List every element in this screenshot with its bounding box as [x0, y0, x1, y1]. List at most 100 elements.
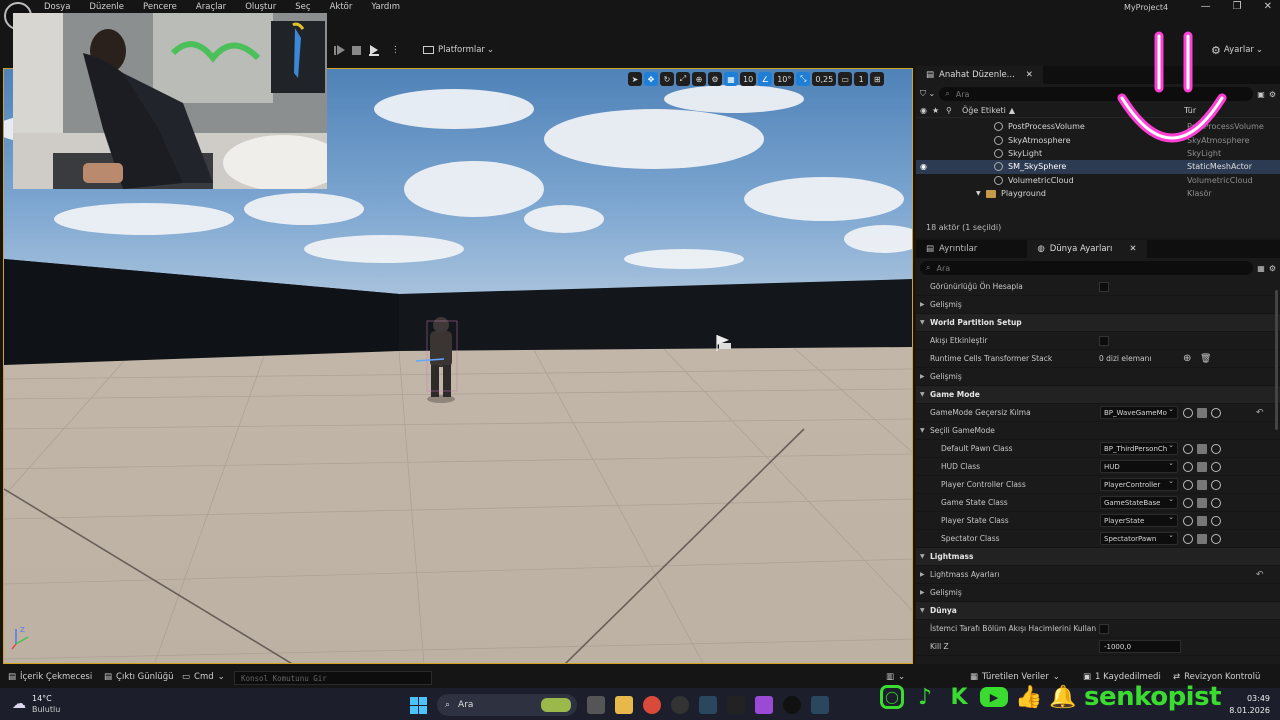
translate-icon[interactable]: ✥ [644, 72, 658, 86]
steam-icon-2[interactable] [811, 696, 829, 714]
taskbar-clock[interactable]: 03:49 8.01.2026 [1229, 693, 1270, 717]
section-game-mode[interactable]: ▼ Game Mode [916, 386, 1280, 404]
derived-data-button[interactable]: ▦ Türetilen Veriler ⌄ [970, 672, 1060, 682]
list-item-folder[interactable]: ▼ Playground Klasör [916, 187, 1280, 198]
add-icon[interactable] [1211, 497, 1221, 508]
kill-z-input[interactable]: -1000,0 [1099, 640, 1181, 653]
close-button[interactable]: ✕ [1264, 1, 1272, 12]
output-log-button[interactable]: ▤ Çıktı Günlüğü [104, 672, 174, 682]
weather-widget[interactable]: ☁ 14°C Bulutlu [12, 693, 60, 715]
grid-snap-value[interactable]: 10 [740, 72, 757, 86]
menu-file[interactable]: Dosya [44, 2, 70, 12]
windows-start-icon[interactable] [410, 696, 427, 714]
player-controller-dropdown[interactable]: PlayerController [1100, 478, 1178, 491]
pin-icon[interactable]: ⚲ [946, 106, 962, 115]
select-mode-icon[interactable]: ➤ [628, 72, 642, 86]
use-selected-icon[interactable] [1183, 479, 1193, 490]
browse-icon[interactable] [1197, 497, 1207, 508]
camera-speed-icon[interactable]: ▭ [838, 72, 853, 86]
menu-tools[interactable]: Araçlar [196, 2, 226, 12]
advanced-row[interactable]: ▶ Gelişmiş [916, 584, 1280, 602]
scale-snap-value[interactable]: 0,25 [812, 72, 837, 86]
use-selected-icon[interactable] [1183, 461, 1193, 472]
app-icon[interactable] [671, 696, 689, 714]
section-world[interactable]: ▼ Dünya [916, 602, 1280, 620]
list-item[interactable]: VolumetricCloud VolumetricCloud [916, 174, 1280, 187]
selected-gamemode-row[interactable]: ▼ Seçili GameMode [916, 422, 1280, 440]
tab-world-settings[interactable]: ◍ Dünya Ayarları ✕ [1027, 240, 1147, 258]
rotation-snap-value[interactable]: 10° [774, 72, 795, 86]
visibility-icon[interactable]: ◉ [916, 106, 932, 115]
precompute-checkbox[interactable] [1099, 281, 1109, 292]
hud-class-dropdown[interactable]: HUD [1100, 460, 1178, 473]
epic-games-icon[interactable] [727, 696, 745, 714]
advanced-row[interactable]: ▶ Gelişmiş [916, 296, 1280, 314]
spectator-dropdown[interactable]: SpectatorPawn [1100, 532, 1178, 545]
expand-arrow-icon[interactable]: ▼ [976, 190, 986, 197]
surface-snap-icon[interactable]: ⚙ [708, 72, 722, 86]
enable-streaming-checkbox[interactable] [1099, 335, 1109, 346]
table-view-icon[interactable]: ▦ [1257, 264, 1265, 273]
close-icon[interactable]: ✕ [1026, 70, 1033, 80]
maximize-button[interactable]: ❐ [1233, 1, 1242, 12]
rotation-snap-icon[interactable]: ∠ [758, 72, 773, 86]
use-selected-icon[interactable] [1183, 515, 1193, 526]
gear-icon[interactable]: ⚙ [1269, 264, 1276, 273]
skip-frame-button[interactable] [334, 42, 345, 58]
scale-icon[interactable]: ⤢ [676, 72, 690, 86]
scale-snap-icon[interactable]: ⤡ [796, 72, 811, 86]
visibility-icon[interactable]: ◉ [916, 162, 994, 171]
chrome-icon[interactable] [643, 696, 661, 714]
reset-icon[interactable]: ↶ [1256, 570, 1264, 580]
content-drawer-button[interactable]: ▤ İçerik Çekmecesi [8, 672, 92, 682]
menu-help[interactable]: Yardım [371, 2, 400, 12]
add-folder-icon[interactable]: ▣ [1257, 90, 1265, 99]
details-scrollbar[interactable] [1275, 290, 1278, 430]
menu-window[interactable]: Pencere [143, 2, 177, 12]
browse-icon[interactable] [1197, 407, 1207, 418]
rotate-icon[interactable]: ↻ [660, 72, 674, 86]
world-local-icon[interactable]: ⊕ [692, 72, 706, 86]
details-search-input[interactable]: ⌕ Ara [920, 261, 1254, 275]
add-element-icon[interactable]: ⊕ [1183, 353, 1191, 364]
platforms-button[interactable]: Platformlar ⌄ [423, 42, 494, 58]
section-lightmass[interactable]: ▼ Lightmass [916, 548, 1280, 566]
browse-icon[interactable] [1197, 515, 1207, 526]
tab-details[interactable]: ▤ Ayrıntılar [916, 240, 988, 258]
task-view-icon[interactable] [587, 696, 605, 714]
gamemode-override-dropdown[interactable]: BP_WaveGameMo [1100, 406, 1178, 419]
cmd-dropdown[interactable]: ▭ Cmd ⌄ [182, 672, 225, 682]
grid-snap-icon[interactable]: ▦ [724, 72, 738, 86]
browse-icon[interactable] [1197, 443, 1207, 454]
add-icon[interactable] [1211, 515, 1221, 526]
revision-control-button[interactable]: ⇄ Revizyon Kontrolü [1173, 672, 1260, 682]
add-icon[interactable] [1211, 443, 1221, 454]
column-label[interactable]: Öğe Etiketi [962, 106, 1006, 115]
use-selected-icon[interactable] [1183, 533, 1193, 544]
play-button[interactable] [369, 42, 379, 58]
more-options-icon[interactable]: ⋮ [391, 42, 400, 58]
add-icon[interactable] [1211, 533, 1221, 544]
star-icon[interactable]: ★ [932, 106, 946, 115]
add-icon[interactable] [1211, 461, 1221, 472]
browse-icon[interactable] [1197, 533, 1207, 544]
list-item-selected[interactable]: ◉ SM_SkySphere StaticMeshActor [916, 160, 1280, 174]
menu-build[interactable]: Oluştur [245, 2, 276, 12]
use-selected-icon[interactable] [1183, 407, 1193, 418]
steam-icon[interactable] [699, 696, 717, 714]
unreal-icon[interactable] [783, 696, 801, 714]
browse-icon[interactable] [1197, 479, 1207, 490]
reset-icon[interactable]: ↶ [1256, 408, 1264, 418]
default-pawn-dropdown[interactable]: BP_ThirdPersonCh [1100, 442, 1178, 455]
section-world-partition[interactable]: ▼ World Partition Setup [916, 314, 1280, 332]
visual-studio-icon[interactable] [755, 696, 773, 714]
close-icon[interactable]: ✕ [1129, 244, 1136, 254]
trash-icon[interactable]: 🗑 [1200, 354, 1211, 364]
add-icon[interactable] [1211, 479, 1221, 490]
use-selected-icon[interactable] [1183, 443, 1193, 454]
sort-asc-icon[interactable]: ▲ [1009, 106, 1015, 115]
taskbar-search[interactable]: ⌕ Ara [437, 694, 577, 716]
client-streaming-checkbox[interactable] [1099, 623, 1109, 634]
menu-actor[interactable]: Aktör [330, 2, 353, 12]
gear-icon[interactable]: ⚙ [1269, 90, 1276, 99]
